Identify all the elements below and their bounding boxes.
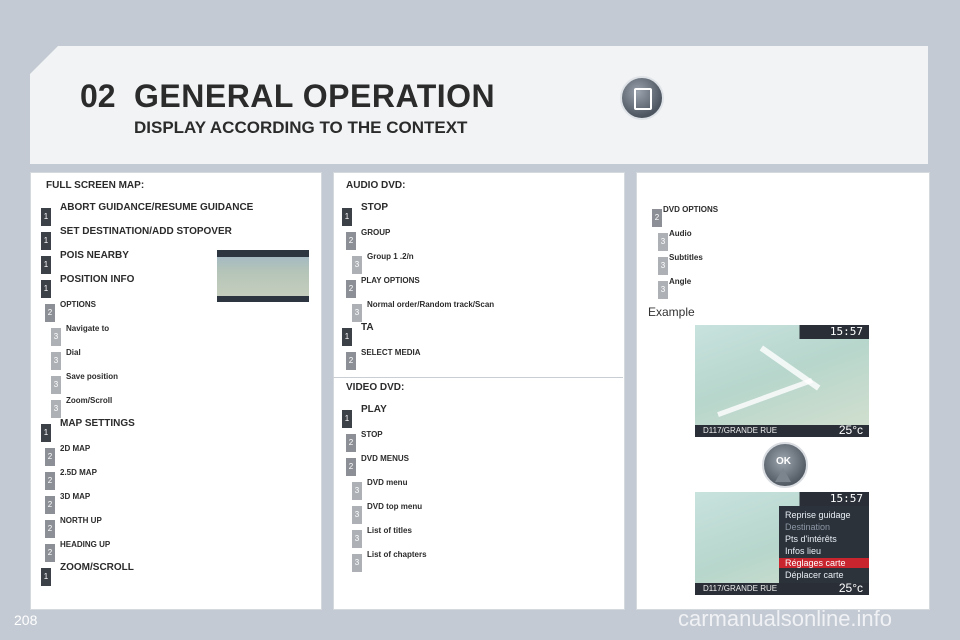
- menu-entry: PLAY OPTIONS: [361, 276, 420, 285]
- level-1-marker: 1: [41, 208, 51, 226]
- level-1-marker: 1: [41, 568, 51, 586]
- page-number: 208: [14, 612, 38, 628]
- level-1-marker: 1: [41, 256, 51, 274]
- document-icon: [620, 76, 664, 120]
- menu-entry: STOP: [361, 202, 389, 213]
- road-name-2: D117/GRANDE RUE: [703, 584, 778, 593]
- menu-entry: PLAY: [361, 404, 387, 415]
- menu-entry: DVD OPTIONS: [663, 205, 719, 214]
- menu-entry: POSITION INFO: [60, 274, 135, 285]
- heading-video-dvd: VIDEO DVD:: [346, 382, 405, 393]
- map-screenshot-thumbnail: [217, 250, 309, 302]
- menu-entry: DVD MENUS: [361, 454, 410, 463]
- menu-entry: SELECT MEDIA: [361, 348, 421, 357]
- menu-entry: OPTIONS: [60, 300, 97, 309]
- level-2-marker: 2: [652, 209, 662, 227]
- level-3-marker: 3: [658, 233, 668, 251]
- level-3-marker: 3: [352, 506, 362, 524]
- page-subtitle: DISPLAY ACCORDING TO THE CONTEXT: [134, 118, 468, 137]
- level-2-marker: 2: [45, 304, 55, 322]
- menu-entry: Angle: [669, 277, 692, 286]
- level-3-marker: 3: [352, 304, 362, 322]
- level-1-marker: 1: [41, 424, 51, 442]
- level-3-marker: 3: [51, 328, 61, 346]
- menu-item-selected[interactable]: Réglages carte: [779, 558, 869, 568]
- menu-entry: List of chapters: [367, 550, 427, 559]
- heading-audio-dvd: AUDIO DVD:: [346, 180, 406, 191]
- menu-entry: HEADING UP: [60, 540, 111, 549]
- menu-entry: MAP SETTINGS: [60, 418, 135, 429]
- level-3-marker: 3: [352, 256, 362, 274]
- temperature-2: 25°c: [838, 581, 863, 595]
- divider: [333, 377, 623, 378]
- level-3-marker: 3: [352, 530, 362, 548]
- menu-item[interactable]: Pts d'intérêts: [785, 534, 837, 544]
- menu-entry: 2D MAP: [60, 444, 91, 453]
- level-3-marker: 3: [658, 257, 668, 275]
- level-1-marker: 1: [342, 410, 352, 428]
- level-3-marker: 3: [51, 400, 61, 418]
- menu-entry: Audio: [669, 229, 692, 238]
- level-3-marker: 3: [658, 281, 668, 299]
- level-1-marker: 1: [41, 232, 51, 250]
- level-2-marker: 2: [346, 352, 356, 370]
- menu-entry: NORTH UP: [60, 516, 102, 525]
- menu-entry: Zoom/Scroll: [66, 396, 113, 405]
- menu-entry: ZOOM/SCROLL: [60, 562, 134, 573]
- map-screenshot-menu: 15:57 Reprise guidage Destination Pts d'…: [695, 492, 869, 595]
- menu-entry: SET DESTINATION/ADD STOPOVER: [60, 226, 232, 237]
- level-2-marker: 2: [346, 280, 356, 298]
- clock-2: 15:57: [829, 492, 863, 505]
- menu-entry: List of titles: [367, 526, 412, 535]
- watermark: carmanualsonline.info: [678, 606, 893, 631]
- level-1-marker: 1: [41, 280, 51, 298]
- menu-item[interactable]: Déplacer carte: [785, 570, 844, 580]
- menu-entry: 3D MAP: [60, 492, 91, 501]
- menu-entry: Save position: [66, 372, 119, 381]
- context-menu: Reprise guidage Destination Pts d'intérê…: [779, 506, 869, 583]
- level-1-marker: 1: [342, 208, 352, 226]
- level-3-marker: 3: [352, 554, 362, 572]
- menu-entry: 2.5D MAP: [60, 468, 97, 477]
- menu-item[interactable]: Infos lieu: [785, 546, 821, 556]
- clock: 15:57: [829, 325, 863, 338]
- menu-entry: Navigate to: [66, 324, 110, 333]
- menu-entry: Group 1 .2/n: [367, 252, 414, 261]
- menu-entry: DVD menu: [367, 478, 408, 487]
- level-3-marker: 3: [51, 376, 61, 394]
- level-3-marker: 3: [51, 352, 61, 370]
- menu-entry: Dial: [66, 348, 81, 357]
- level-1-marker: 1: [342, 328, 352, 346]
- level-2-marker: 2: [45, 496, 55, 514]
- level-2-marker: 2: [45, 448, 55, 466]
- menu-entry: Normal order/Random track/Scan: [367, 300, 495, 309]
- heading-full-screen-map: FULL SCREEN MAP:: [46, 180, 145, 191]
- level-3-marker: 3: [352, 482, 362, 500]
- arrow-up-icon: [775, 468, 791, 482]
- level-2-marker: 2: [346, 458, 356, 476]
- level-2-marker: 2: [346, 434, 356, 452]
- chapter-number: 02: [80, 78, 116, 114]
- menu-entry: POIS NEARBY: [60, 250, 129, 261]
- page-title: GENERAL OPERATION: [134, 78, 496, 114]
- level-2-marker: 2: [45, 520, 55, 538]
- map-screenshot-example: 15:57 D117/GRANDE RUE 25°c: [695, 325, 869, 437]
- level-2-marker: 2: [45, 544, 55, 562]
- menu-entry: ABORT GUIDANCE/RESUME GUIDANCE: [60, 202, 254, 213]
- menu-item[interactable]: Reprise guidage: [785, 510, 851, 520]
- menu-entry: TA: [361, 322, 374, 333]
- level-2-marker: 2: [45, 472, 55, 490]
- menu-entry: Subtitles: [669, 253, 703, 262]
- example-label: Example: [648, 305, 695, 319]
- menu-entry: GROUP: [361, 228, 391, 237]
- road-name: D117/GRANDE RUE: [703, 426, 778, 435]
- menu-entry: STOP: [361, 430, 383, 439]
- menu-item[interactable]: Destination: [785, 522, 830, 532]
- menu-entry: DVD top menu: [367, 502, 423, 511]
- level-2-marker: 2: [346, 232, 356, 250]
- temperature: 25°c: [838, 423, 863, 437]
